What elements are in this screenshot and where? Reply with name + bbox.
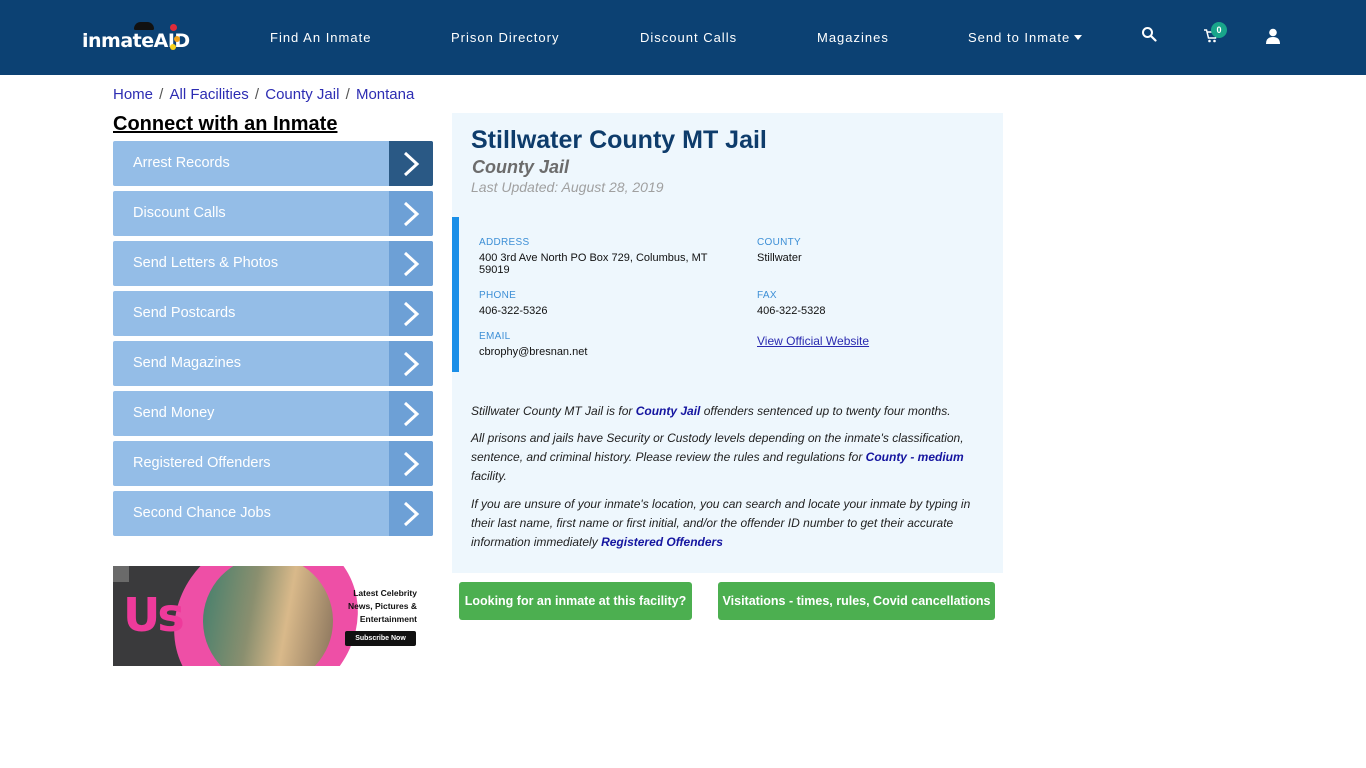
search-icon[interactable]: [1141, 26, 1159, 46]
chevron-right-icon: [389, 291, 433, 336]
breadcrumb-separator: /: [155, 86, 168, 103]
address-value: 400 3rd Ave North PO Box 729, Columbus, …: [479, 252, 708, 276]
breadcrumb: Home / All Facilities / County Jail / Mo…: [113, 86, 414, 103]
sidebar-item-send-postcards[interactable]: Send Postcards: [113, 291, 433, 336]
chevron-right-icon: [389, 441, 433, 486]
chevron-right-icon: [389, 391, 433, 436]
registered-offenders-link[interactable]: Registered Offenders: [601, 535, 723, 549]
chevron-right-icon: [389, 241, 433, 286]
county-value: Stillwater: [757, 252, 802, 264]
nav-find-an-inmate[interactable]: Find An Inmate: [270, 30, 371, 46]
county-label: COUNTY: [757, 237, 802, 248]
sidebar-item-label: Send Letters & Photos: [133, 255, 279, 271]
sidebar-item-send-money[interactable]: Send Money: [113, 391, 433, 436]
breadcrumb-separator: /: [341, 86, 354, 103]
nav-send-to-inmate[interactable]: Send to Inmate: [968, 30, 1083, 46]
nav-magazines[interactable]: Magazines: [817, 30, 889, 46]
county-medium-link[interactable]: County - medium: [866, 450, 964, 464]
facility-title: Stillwater County MT Jail: [471, 126, 767, 154]
fax-label: FAX: [757, 290, 777, 301]
sidebar-item-send-letters-photos[interactable]: Send Letters & Photos: [113, 241, 433, 286]
official-website-link[interactable]: View Official Website: [757, 334, 869, 348]
sidebar-item-discount-calls[interactable]: Discount Calls: [113, 191, 433, 236]
sidebar-item-second-chance-jobs[interactable]: Second Chance Jobs: [113, 491, 433, 536]
logo-decoration-icon: [170, 24, 177, 31]
county-jail-link[interactable]: County Jail: [636, 404, 701, 418]
sidebar-menu: Arrest Records Discount Calls Send Lette…: [113, 141, 433, 541]
description-paragraph-1: Stillwater County MT Jail is for County …: [471, 402, 981, 421]
breadcrumb-all-facilities[interactable]: All Facilities: [170, 86, 249, 103]
chevron-right-icon: [389, 191, 433, 236]
chevron-right-icon: [389, 491, 433, 536]
sidebar-item-label: Arrest Records: [133, 155, 230, 171]
ad-subscribe-button[interactable]: Subscribe Now: [345, 631, 416, 646]
chevron-right-icon: [389, 341, 433, 386]
caret-down-icon: [1074, 35, 1083, 41]
address-label: ADDRESS: [479, 237, 530, 248]
email-label: EMAIL: [479, 331, 511, 342]
sidebar-item-label: Registered Offenders: [133, 455, 271, 471]
logo-hat-icon: [134, 22, 154, 30]
ad-corner: [113, 566, 129, 582]
nav-send-to-inmate-label: Send to Inmate: [968, 30, 1071, 45]
cart-count-badge: 0: [1211, 22, 1227, 38]
find-inmate-at-facility-button[interactable]: Looking for an inmate at this facility?: [459, 582, 692, 620]
site-logo[interactable]: inmateAID: [82, 22, 190, 54]
fax-value: 406-322-5328: [757, 305, 826, 317]
sidebar-item-label: Send Postcards: [133, 305, 236, 321]
email-value[interactable]: cbrophy@bresnan.net: [479, 346, 587, 358]
ad-text: Latest Celebrity News, Pictures & Entert…: [348, 588, 417, 624]
description-paragraph-2: All prisons and jails have Security or C…: [471, 429, 981, 486]
top-navbar: inmateAID Find An Inmate Prison Director…: [0, 0, 1366, 75]
sidebar-item-send-magazines[interactable]: Send Magazines: [113, 341, 433, 386]
desc-text: Stillwater County MT Jail is for: [471, 404, 636, 418]
nav-discount-calls[interactable]: Discount Calls: [640, 30, 737, 46]
ad-banner[interactable]: Us Latest Celebrity News, Pictures & Ent…: [113, 566, 433, 666]
desc-text: offenders sentenced up to twenty four mo…: [700, 404, 951, 418]
logo-decoration-icon: [170, 44, 176, 50]
desc-text: facility.: [471, 469, 507, 483]
breadcrumb-county-jail[interactable]: County Jail: [265, 86, 339, 103]
description-paragraph-3: If you are unsure of your inmate's locat…: [471, 495, 981, 552]
sidebar-title[interactable]: Connect with an Inmate: [113, 113, 337, 136]
ad-brand-logo: Us: [123, 588, 185, 642]
chevron-right-icon: [389, 141, 433, 186]
sidebar-item-label: Send Money: [133, 405, 215, 421]
phone-value[interactable]: 406-322-5326: [479, 305, 548, 317]
sidebar-item-label: Send Magazines: [133, 355, 242, 371]
phone-label: PHONE: [479, 290, 517, 301]
info-accent-bar: [452, 217, 459, 372]
sidebar-item-arrest-records[interactable]: Arrest Records: [113, 141, 433, 186]
breadcrumb-montana[interactable]: Montana: [356, 86, 414, 103]
breadcrumb-separator: /: [250, 86, 264, 103]
sidebar-item-registered-offenders[interactable]: Registered Offenders: [113, 441, 433, 486]
visitations-button[interactable]: Visitations - times, rules, Covid cancel…: [718, 582, 995, 620]
sidebar-item-label: Second Chance Jobs: [133, 505, 271, 521]
user-icon[interactable]: [1266, 28, 1284, 48]
breadcrumb-home[interactable]: Home: [113, 86, 153, 103]
facility-type: County Jail: [472, 157, 570, 177]
logo-decoration-icon: [174, 36, 180, 42]
last-updated: Last Updated: August 28, 2019: [471, 179, 664, 195]
sidebar-item-label: Discount Calls: [133, 205, 226, 221]
nav-prison-directory[interactable]: Prison Directory: [451, 30, 559, 46]
